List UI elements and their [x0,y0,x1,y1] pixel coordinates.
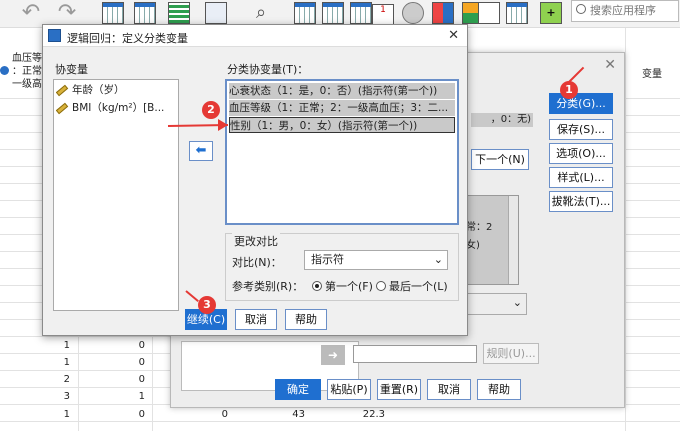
value-labels-icon[interactable] [432,2,454,24]
insert-cases-icon[interactable] [294,2,316,24]
weight-cases-icon[interactable]: 1 [372,4,394,26]
annotation-badge-2: 2 [202,101,220,119]
list-item[interactable]: 血压等级（1：正常；2：一级高血压；3：二... [229,100,455,116]
table-cell[interactable]: 0 [208,409,228,420]
ref-last-radio[interactable]: 最后一个(L) [376,278,448,294]
close-icon[interactable]: ✕ [604,57,616,73]
spelling-icon[interactable] [506,2,528,24]
rule-button[interactable]: 规则(U)... [483,343,539,364]
chevron-down-icon: ⌄ [512,296,522,309]
item-label: 年龄（岁） [72,84,125,96]
covariates-label: 协变量 [55,63,88,76]
categorical-list[interactable]: 心衰状态（1：是，0：否）(指示符(第一个)) 血压等级（1：正常；2：一级高血… [225,79,459,225]
undo-icon[interactable]: ↶ [20,2,42,24]
radio-label: 最后一个(L) [389,280,448,293]
search-input[interactable]: 搜索应用程序 [571,0,679,22]
annotation-badge-3: 3 [198,296,216,314]
reference-label: 参考类别(R)： [232,280,304,293]
arrow-right-icon[interactable]: ➜ [321,345,345,365]
redo-icon[interactable]: ↷ [56,2,78,24]
save-button[interactable]: 保存(S)... [549,119,613,140]
select-cases-icon[interactable] [402,2,424,24]
scale-variable-icon [56,102,69,114]
move-left-arrow-icon[interactable]: ⬅ [189,141,213,161]
search-placeholder: 搜索应用程序 [590,4,656,17]
style-button[interactable]: 样式(L)... [549,167,613,188]
options-button[interactable]: 选项(O)... [549,143,613,164]
goto-variable-icon[interactable] [134,2,156,24]
annotation-badge-1: 1 [560,81,578,99]
define-categorical-dialog: 逻辑回归：定义分类变量 ✕ 协变量 年龄（岁） BMI（kg/m²）[B... … [42,24,468,336]
scale-variable-icon [56,84,69,96]
table-cell[interactable]: 0 [125,374,145,385]
table-cell[interactable]: 0 [125,409,145,420]
column-header-variable[interactable]: 变量 [642,68,662,81]
close-icon[interactable]: ✕ [448,28,459,43]
app-icon [48,29,61,42]
dialog-titlebar: 逻辑回归：定义分类变量 ✕ [43,25,467,47]
table-cell[interactable]: 1 [50,357,70,368]
show-sets-icon[interactable] [478,2,500,24]
item-label: BMI（kg/m²）[B... [72,102,165,114]
find-icon[interactable] [205,2,227,24]
table-cell[interactable]: 3 [50,391,70,402]
table-cell[interactable]: 22.3 [355,409,385,420]
insert-variable-icon[interactable] [322,2,344,24]
column-header-bp[interactable]: 血压等 ：正常 一级高 [12,52,42,91]
selection-field[interactable] [353,345,477,363]
table-cell[interactable]: 1 [50,340,70,351]
paste-button[interactable]: 粘贴(P) [327,379,371,400]
chevron-down-icon: ⌄ [433,253,443,266]
contrast-value: 指示符 [311,253,344,266]
table-cell[interactable]: 43 [285,409,305,420]
categorical-button[interactable]: 分类(G)... [549,93,613,114]
table-cell[interactable]: 2 [50,374,70,385]
dependent-variable-field[interactable]: ，0：无) [471,113,533,127]
header-line: 一级高 [12,79,42,90]
radio-icon [376,281,386,291]
reset-button[interactable]: 重置(R) [377,379,421,400]
list-item-selected[interactable]: 性别（1：男，0：女）(指示符(第一个)) [229,117,455,133]
split-file-icon[interactable] [350,2,372,24]
table-cell[interactable]: 1 [125,391,145,402]
header-line: 血压等 [12,53,42,64]
help-button[interactable]: 帮助 [477,379,521,400]
binoculars-icon[interactable]: ⌕ [250,2,272,24]
ok-button[interactable]: 确定 [275,379,321,400]
table-cell[interactable]: 1 [50,409,70,420]
contrast-dropdown[interactable]: 指示符 ⌄ [304,250,448,270]
arrow-head-icon [218,119,228,131]
dialog-title: 逻辑回归：定义分类变量 [67,32,188,45]
scrollbar[interactable] [508,196,518,284]
covariates-list[interactable]: 年龄（岁） BMI（kg/m²）[B... [53,79,179,311]
add-icon[interactable]: + [540,2,562,24]
list-item[interactable]: BMI（kg/m²）[B... [56,100,164,116]
radio-selected-icon [312,281,322,291]
contrast-label: 对比(N)： [232,256,282,269]
partial-line: 女) [466,240,480,251]
ref-first-radio[interactable]: 第一个(F) [312,278,373,294]
partial-line: 常：2 [466,222,493,233]
bootstrap-button[interactable]: 拔靴法(T)... [549,191,613,212]
change-contrast-label: 更改对比 [232,233,280,249]
goto-case-icon[interactable] [102,2,124,24]
radio-label: 第一个(F) [325,280,373,293]
table-cell[interactable]: 0 [125,340,145,351]
change-contrast-group: 更改对比 对比(N)： 指示符 ⌄ 参考类别(R)： 第一个(F) 最后一个(L… [225,233,459,301]
categorical-label: 分类协变量(T)： [227,63,309,76]
list-item[interactable]: 年龄（岁） [56,82,125,98]
cancel-button[interactable]: 取消 [235,309,277,330]
list-item[interactable]: 心衰状态（1：是，0：否）(指示符(第一个)) [229,83,455,99]
cancel-button[interactable]: 取消 [427,379,471,400]
table-cell[interactable]: 0 [125,357,145,368]
header-line: ：正常 [12,66,42,77]
next-button[interactable]: 下一个(N) [471,149,529,170]
variables-icon[interactable] [168,2,190,24]
help-button[interactable]: 帮助 [285,309,327,330]
variable-type-icon [0,66,9,75]
search-icon [576,4,586,14]
method-dropdown[interactable]: ⌄ [461,293,527,315]
covariate-list-partial[interactable]: 常：2 女) [461,195,519,285]
